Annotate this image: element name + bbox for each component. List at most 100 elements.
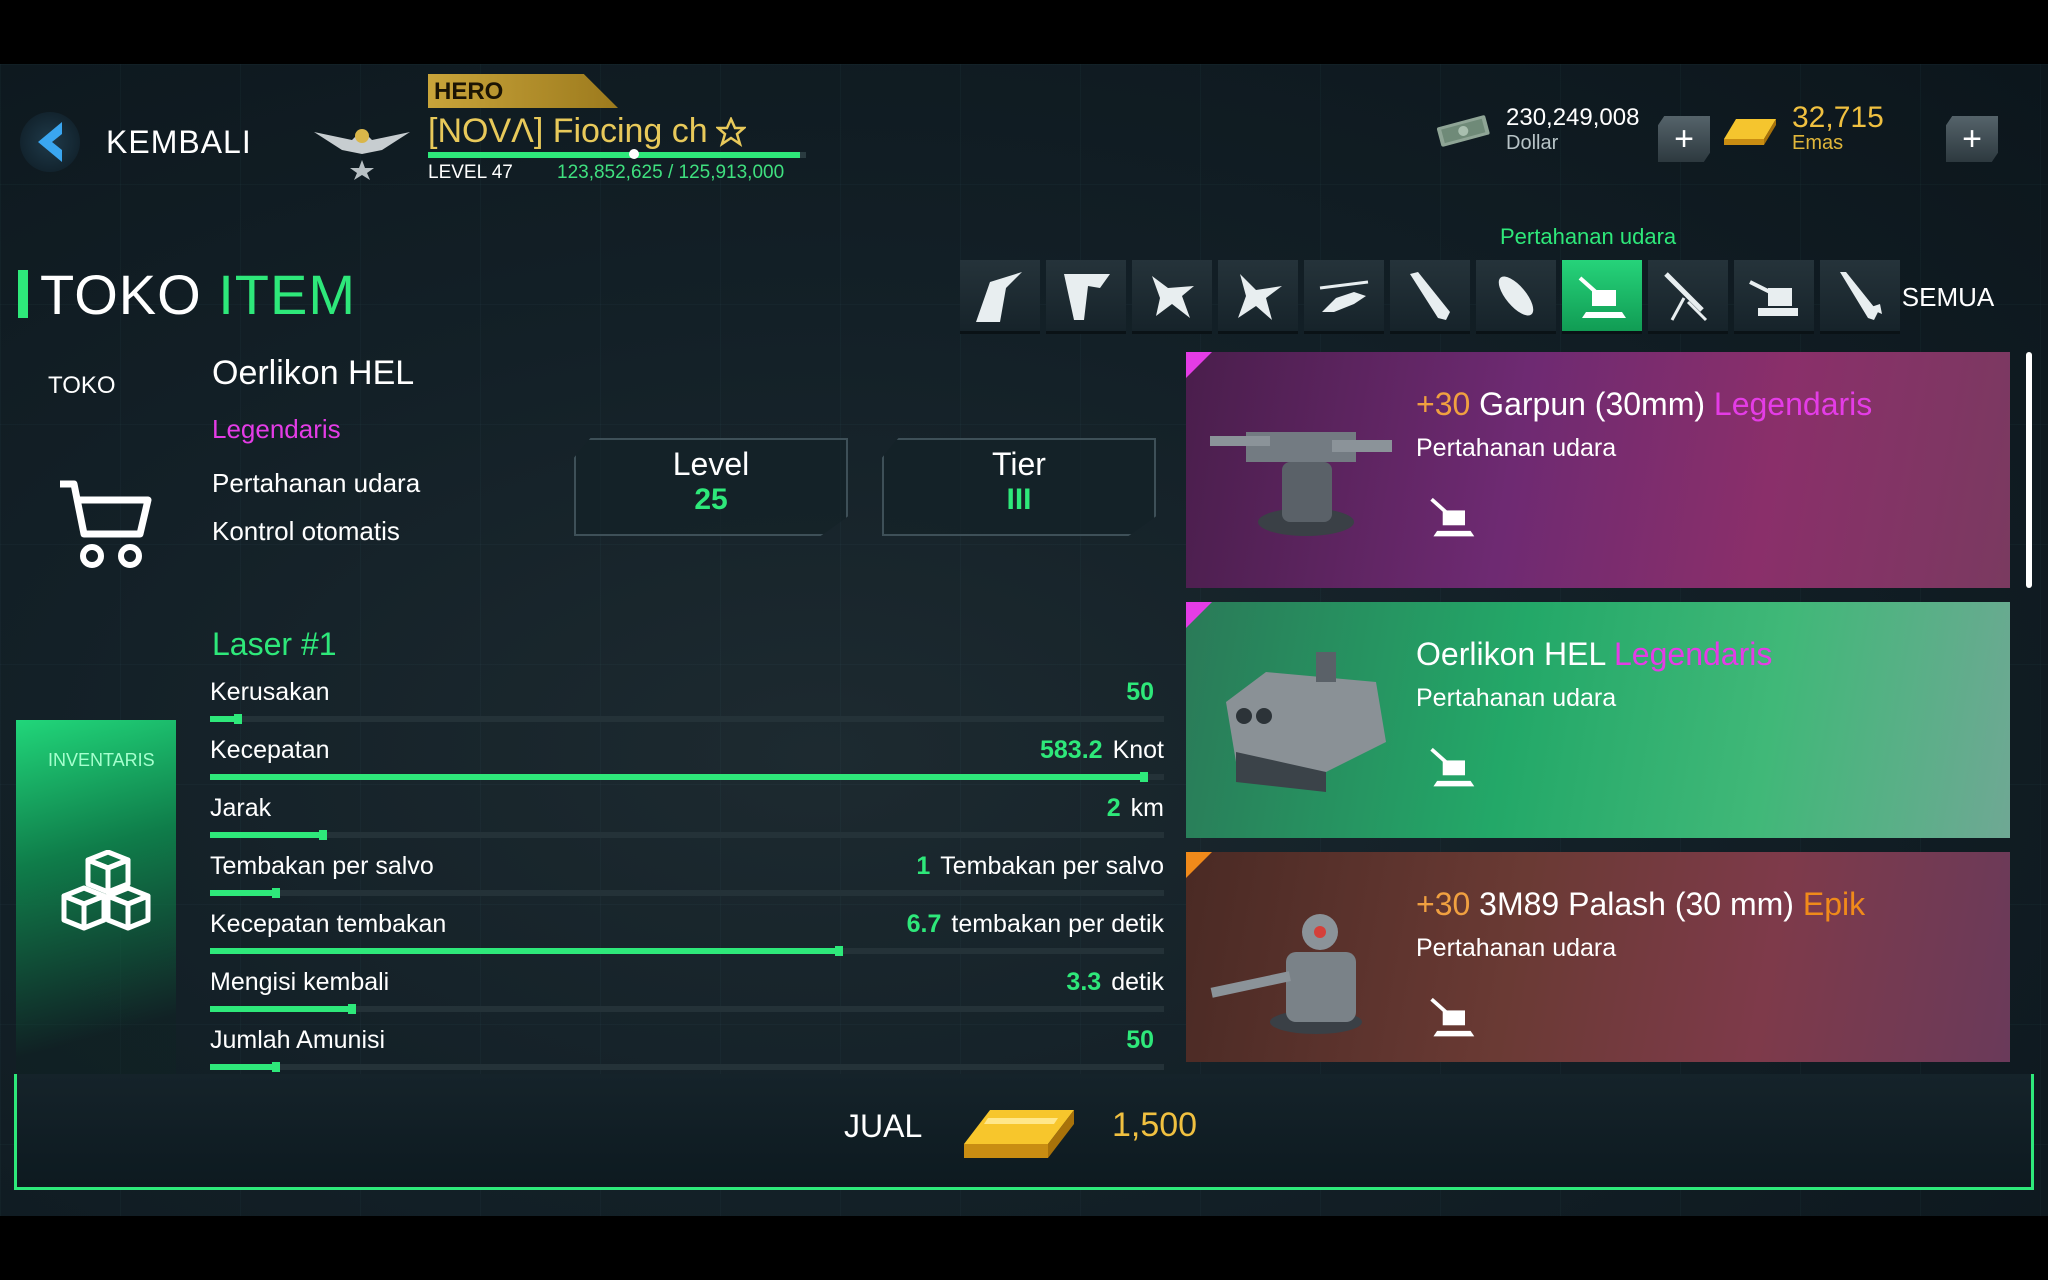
- player-level: LEVEL 47: [428, 162, 513, 183]
- stat-row: Kecepatan tembakan 6.7 tembakan per detik: [210, 910, 1164, 966]
- weapon-index: #1: [300, 626, 337, 662]
- stat-bar: [210, 1062, 1164, 1072]
- stat-bar-fill: [210, 888, 280, 898]
- tab-jet[interactable]: [1132, 260, 1212, 334]
- back-label: KEMBALI: [106, 123, 252, 160]
- stat-name: Kecepatan: [210, 736, 330, 764]
- tab-missile[interactable]: [1390, 260, 1470, 334]
- item-rarity: Legendaris: [212, 414, 341, 444]
- stat-value: 50: [1126, 1026, 1164, 1055]
- tab-turret[interactable]: [1734, 260, 1814, 334]
- tab-bomb[interactable]: [1476, 260, 1556, 334]
- laser-turret-image: [1226, 652, 1386, 792]
- item-name: Oerlikon HEL: [212, 354, 415, 392]
- stat-bar: [210, 772, 1164, 782]
- page-title-part-1: TOKO: [40, 263, 202, 326]
- tier-value: III: [1006, 483, 1032, 516]
- list-item-type: Pertahanan udara: [1416, 934, 1617, 962]
- list-scrollbar[interactable]: [2026, 352, 2032, 588]
- stat-name: Mengisi kembali: [210, 968, 390, 996]
- anti-air-icon: [1430, 747, 1475, 787]
- player-name[interactable]: [NOVΛ] Fiocing ch: [428, 112, 746, 151]
- dollar-display: 230,249,008 Dollar: [1434, 104, 1639, 155]
- cannon-turret-image: [1210, 914, 1362, 1034]
- stat-unit: km: [1130, 794, 1164, 822]
- stat-number: 2: [1106, 794, 1121, 822]
- player-xp: 123,852,625 / 125,913,000: [557, 162, 785, 183]
- list-item[interactable]: Oerlikon HEL Legendaris Pertahanan udara: [1186, 602, 2010, 838]
- list-item-type: Pertahanan udara: [1416, 684, 1617, 712]
- list-item-name: +30 Garpun (30mm) Legendaris: [1416, 386, 1872, 423]
- stat-bar: [210, 888, 1164, 898]
- tab-rocket[interactable]: [1820, 260, 1900, 334]
- sell-label[interactable]: JUAL: [844, 1108, 922, 1145]
- fighter-jet-icon: [976, 271, 1022, 322]
- star-icon: [715, 116, 746, 147]
- category-caption: Pertahanan udara: [1500, 224, 1677, 249]
- helicopter-icon: [1319, 280, 1369, 312]
- stat-unit: detik: [1111, 968, 1164, 996]
- nav-inventory[interactable]: INVENTARIS: [16, 720, 176, 1100]
- machine-gun-icon: [1664, 271, 1708, 321]
- tab-bomber[interactable]: [1046, 260, 1126, 334]
- level-label: Level: [672, 446, 750, 482]
- stat-row: Kecepatan 583.2 Knot: [210, 736, 1164, 792]
- upgrade-prefix: +30: [1416, 886, 1471, 922]
- stat-bar: [210, 714, 1164, 724]
- stat-unit: tembakan per detik: [951, 910, 1164, 938]
- item-rarity-tag: Legendaris: [1614, 636, 1773, 672]
- nav-shop[interactable]: TOKO: [0, 364, 165, 754]
- upgrade-prefix: +30: [1416, 386, 1471, 422]
- stat-row: Jarak 2 km: [210, 794, 1164, 850]
- tab-interceptor[interactable]: [1218, 260, 1298, 334]
- stat-value: 50: [1126, 678, 1164, 707]
- stat-value: 583.2 Knot: [1040, 736, 1164, 765]
- gold-display: 32,715 Emas: [1720, 101, 1884, 155]
- tier-label: Tier: [992, 446, 1046, 482]
- page-title: TOKO ITEM: [40, 262, 356, 327]
- stat-row: Mengisi kembali 3.3 detik: [210, 968, 1164, 1024]
- xp-bar-marker: [628, 149, 639, 159]
- jet-icon: [1152, 275, 1194, 318]
- list-item[interactable]: +30 Garpun (30mm) Legendaris Pertahanan …: [1186, 352, 2010, 588]
- tab-machine-gun[interactable]: [1648, 260, 1728, 334]
- xp-bar-fill: [428, 152, 800, 158]
- stat-name: Jarak: [210, 794, 272, 822]
- boxes-icon: [61, 850, 151, 931]
- stat-bar: [210, 946, 1164, 956]
- anti-air-icon: [1430, 497, 1475, 537]
- gold-value: 32,715: [1792, 101, 1884, 134]
- stat-name: Tembakan per salvo: [210, 852, 434, 880]
- item-type: Pertahanan udara: [212, 468, 421, 498]
- stat-row: Tembakan per salvo 1 Tembakan per salvo: [210, 852, 1164, 908]
- gold-bar-icon: [1724, 118, 1776, 145]
- tab-fighter[interactable]: [960, 260, 1040, 334]
- item-rarity-tag: Epik: [1802, 886, 1866, 922]
- list-item[interactable]: +30 3M89 Palash (30 mm) Epik Pertahanan …: [1186, 852, 2010, 1062]
- tab-all[interactable]: SEMUA: [1902, 260, 1994, 334]
- stat-number: 583.2: [1040, 736, 1103, 764]
- tab-anti-air[interactable]: [1562, 260, 1642, 334]
- rocket-icon: [1840, 271, 1882, 320]
- stat-row: Kerusakan 50: [210, 678, 1164, 734]
- list-item-name: +30 3M89 Palash (30 mm) Epik: [1416, 886, 1865, 923]
- stat-value: 3.3 detik: [1066, 968, 1164, 997]
- gold-label: Emas: [1792, 132, 1844, 154]
- stat-bar-fill: [210, 946, 843, 956]
- stat-number: 3.3: [1066, 968, 1102, 996]
- stat-number: 6.7: [906, 910, 942, 938]
- dollar-label: Dollar: [1506, 132, 1559, 154]
- item-title: 3M89 Palash (30 mm): [1479, 886, 1794, 922]
- stat-name: Kecepatan tembakan: [210, 910, 447, 938]
- anti-air-icon: [1578, 276, 1626, 318]
- add-dollar-button[interactable]: +: [1658, 116, 1710, 162]
- title-accent: [18, 270, 28, 318]
- missile-icon: [1410, 271, 1450, 320]
- stat-bar: [210, 1004, 1164, 1014]
- stat-unit: Knot: [1112, 736, 1164, 764]
- back-button[interactable]: KEMBALI: [20, 112, 252, 172]
- back-arrow-icon: [20, 112, 80, 172]
- add-gold-button[interactable]: +: [1946, 116, 1998, 162]
- stat-bar-fill: [210, 830, 328, 840]
- tab-helicopter[interactable]: [1304, 260, 1384, 334]
